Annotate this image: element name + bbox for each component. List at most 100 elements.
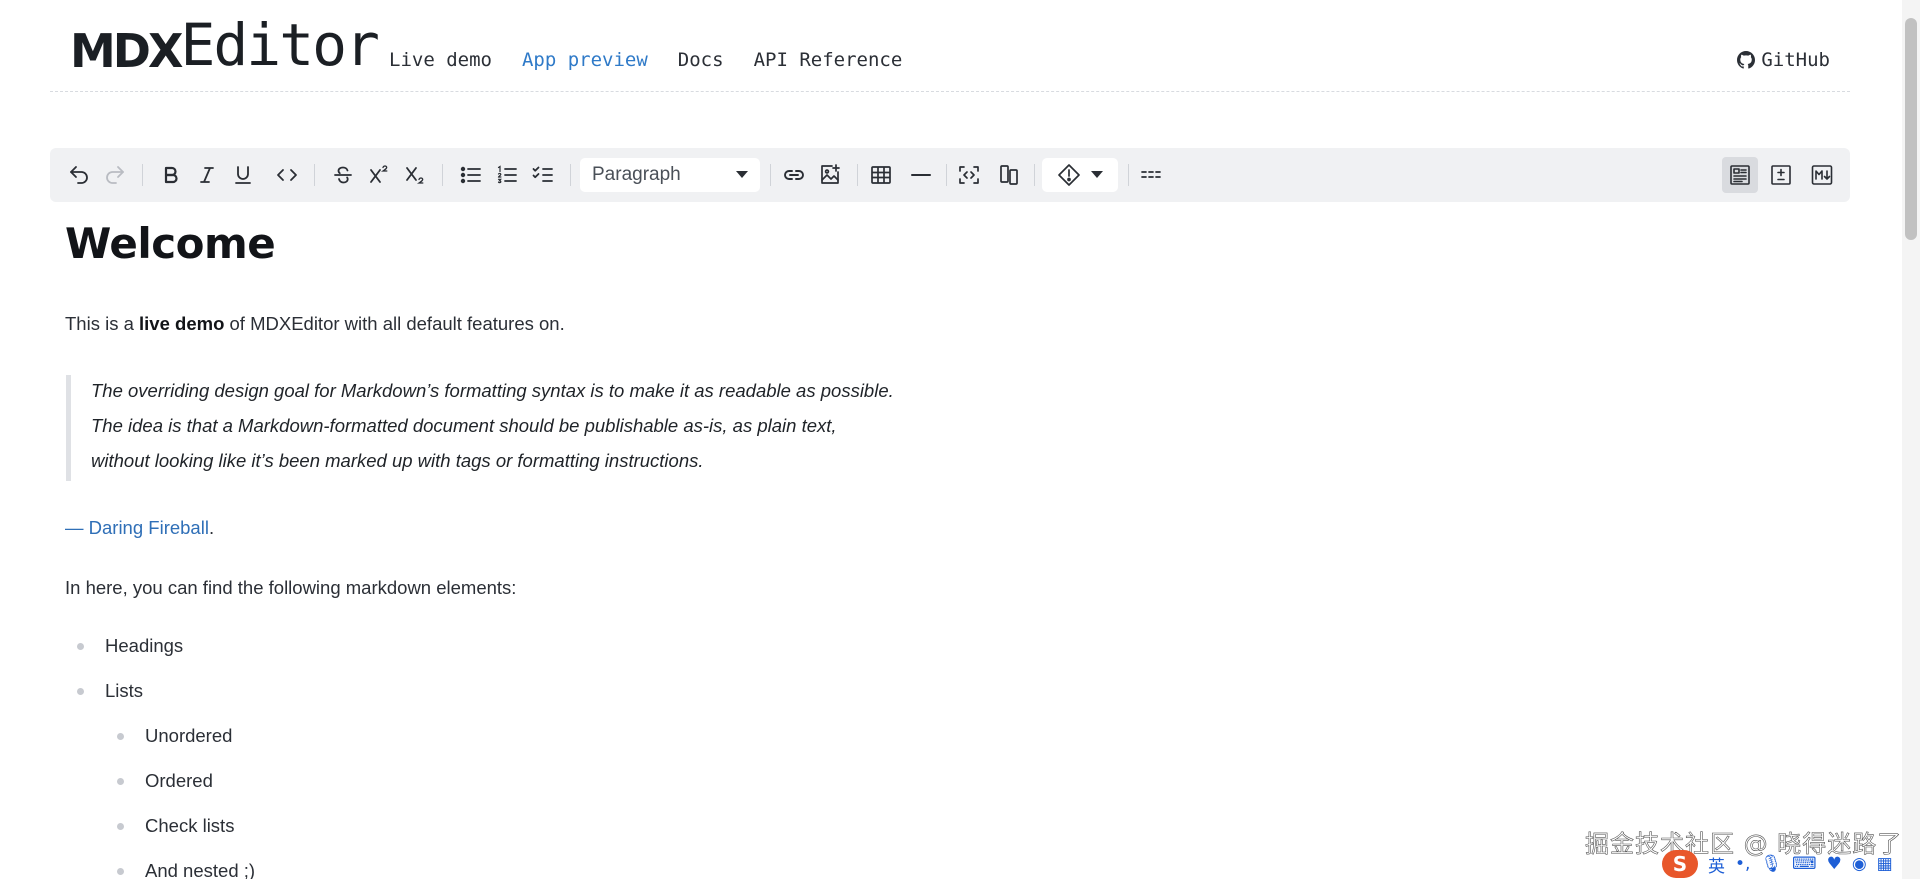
insert-thematic-break-button[interactable] [906, 160, 936, 190]
frame-code-icon [959, 166, 979, 184]
quote-line: The idea is that a Markdown-formatted do… [91, 415, 837, 436]
chevron-down-icon [1091, 171, 1103, 178]
insert-frontmatter-button[interactable] [1136, 160, 1166, 190]
list-item: Headings [65, 635, 183, 680]
diff-icon [1771, 165, 1791, 185]
split-panels-icon [1000, 165, 1018, 185]
nav-api-reference[interactable]: API Reference [754, 49, 903, 71]
link-icon [784, 170, 804, 180]
undo-icon [70, 166, 88, 184]
insert-code-block-button[interactable] [954, 160, 984, 190]
insert-image-button[interactable] [815, 160, 845, 190]
site-header: MDX Editor Live demo App preview Docs AP… [50, 0, 1850, 92]
frontmatter-icon [1141, 171, 1161, 178]
sogou-logo-icon[interactable]: S [1662, 850, 1698, 878]
redo-button[interactable] [100, 160, 130, 190]
markdown-icon [1811, 165, 1833, 185]
attribution-period: . [208, 517, 215, 538]
quote-line: without looking like it’s been marked up… [91, 450, 704, 471]
horizontal-rule-icon [911, 174, 931, 176]
insert-admonition-button[interactable] [1042, 158, 1118, 192]
toolbar-separator [314, 164, 315, 186]
skin-icon[interactable]: ♥ [1827, 854, 1842, 874]
chevron-down-icon [736, 171, 748, 178]
page-scrollbar[interactable] [1902, 0, 1920, 879]
rich-text-icon [1730, 165, 1750, 185]
keyboard-icon[interactable]: ⌨ [1792, 854, 1817, 874]
undo-button[interactable] [64, 160, 94, 190]
strikethrough-icon [334, 166, 352, 184]
daring-fireball-link[interactable]: — Daring Fireball [65, 517, 209, 538]
gamepad-icon[interactable]: ◉ [1852, 854, 1867, 874]
rich-text-view-button[interactable] [1722, 157, 1758, 193]
elements-intro-paragraph: In here, you can find the following mark… [65, 577, 517, 598]
attribution-paragraph: — Daring Fireball. [65, 517, 214, 539]
editor-toolbar: Paragraph [50, 148, 1850, 202]
bold-button[interactable] [156, 160, 186, 190]
logo-mdx: MDX [70, 24, 183, 78]
superscript-icon [370, 165, 388, 183]
scrollbar-thumb[interactable] [1905, 18, 1917, 240]
inline-code-button[interactable] [272, 160, 302, 190]
toolbar-separator [1034, 164, 1035, 186]
toolbar-separator [142, 164, 143, 186]
code-icon [277, 169, 297, 181]
quote-line: The overriding design goal for Markdown’… [91, 380, 894, 401]
toolbar-separator [946, 164, 947, 186]
nav-app-preview[interactable]: App preview [522, 49, 648, 71]
list-item: Lists [65, 680, 183, 725]
italic-button[interactable] [192, 160, 222, 190]
list-item: And nested ;) [105, 860, 255, 879]
underline-icon [235, 166, 251, 184]
github-label: GitHub [1761, 49, 1830, 71]
features-list: Headings Lists [65, 635, 183, 725]
table-icon [871, 166, 891, 184]
intro-bold-text: live demo [139, 313, 225, 334]
check-list-button[interactable] [528, 160, 558, 190]
nav-docs[interactable]: Docs [678, 49, 724, 71]
numbered-list-button[interactable] [492, 160, 522, 190]
nested-list: Unordered Ordered Check lists And nested… [105, 725, 255, 879]
mdxeditor-logo[interactable]: MDX Editor [70, 16, 380, 78]
blockquote: The overriding design goal for Markdown’… [66, 375, 894, 481]
intro-paragraph: This is a live demo of MDXEditor with al… [65, 313, 565, 335]
github-icon [1737, 51, 1756, 69]
intro-text-after: of MDXEditor with all default features o… [224, 313, 565, 334]
punctuation-icon[interactable]: •, [1735, 854, 1750, 874]
image-icon [821, 164, 840, 184]
bullet-list-icon [460, 166, 481, 184]
bold-icon [164, 166, 178, 184]
microphone-icon[interactable]: 🎙 [1760, 854, 1782, 874]
block-type-select[interactable]: Paragraph [580, 158, 760, 192]
list-item: Check lists [105, 815, 255, 860]
nav-live-demo[interactable]: Live demo [389, 49, 492, 71]
redo-icon [106, 166, 124, 184]
check-list-icon [532, 166, 553, 182]
main-nav: Live demo App preview Docs API Reference [389, 49, 902, 71]
toolbox-icon[interactable]: ▦ [1877, 854, 1893, 874]
underline-button[interactable] [228, 160, 258, 190]
subscript-button[interactable] [400, 160, 430, 190]
toolbar-separator [770, 164, 771, 186]
diamond-alert-icon [1058, 164, 1080, 186]
insert-link-button[interactable] [779, 160, 809, 190]
github-link[interactable]: GitHub [1737, 49, 1830, 71]
subscript-icon [406, 167, 424, 184]
logo-editor: Editor [180, 11, 380, 79]
toolbar-separator [442, 164, 443, 186]
toolbar-separator [570, 164, 571, 186]
diff-view-button[interactable] [1763, 157, 1799, 193]
list-item: Ordered [105, 770, 255, 815]
ime-language-toggle[interactable]: 英 [1708, 852, 1725, 877]
bulleted-list-button[interactable] [456, 160, 486, 190]
superscript-button[interactable] [364, 160, 394, 190]
insert-sandpack-button[interactable] [994, 160, 1024, 190]
page-title: Welcome [65, 219, 276, 268]
italic-icon [200, 167, 214, 183]
strikethrough-button[interactable] [328, 160, 358, 190]
block-type-value: Paragraph [592, 164, 681, 185]
source-view-button[interactable] [1804, 157, 1840, 193]
insert-table-button[interactable] [866, 160, 896, 190]
intro-text-before: This is a [65, 313, 140, 334]
list-item: Unordered [105, 725, 255, 770]
